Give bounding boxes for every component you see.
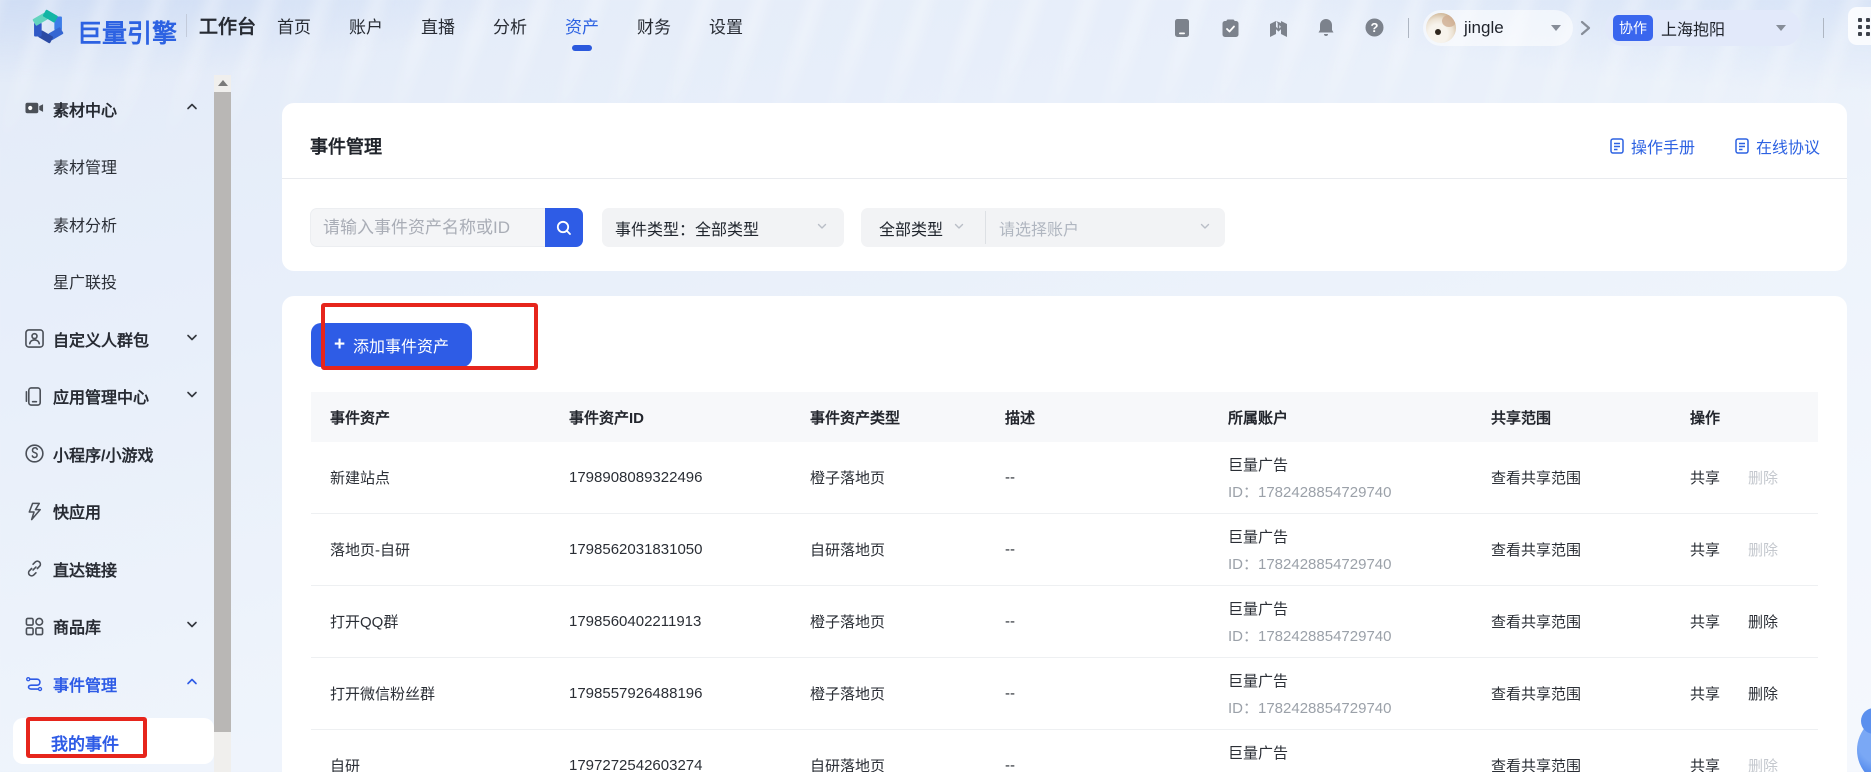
svg-text:?: ?: [1370, 20, 1378, 35]
